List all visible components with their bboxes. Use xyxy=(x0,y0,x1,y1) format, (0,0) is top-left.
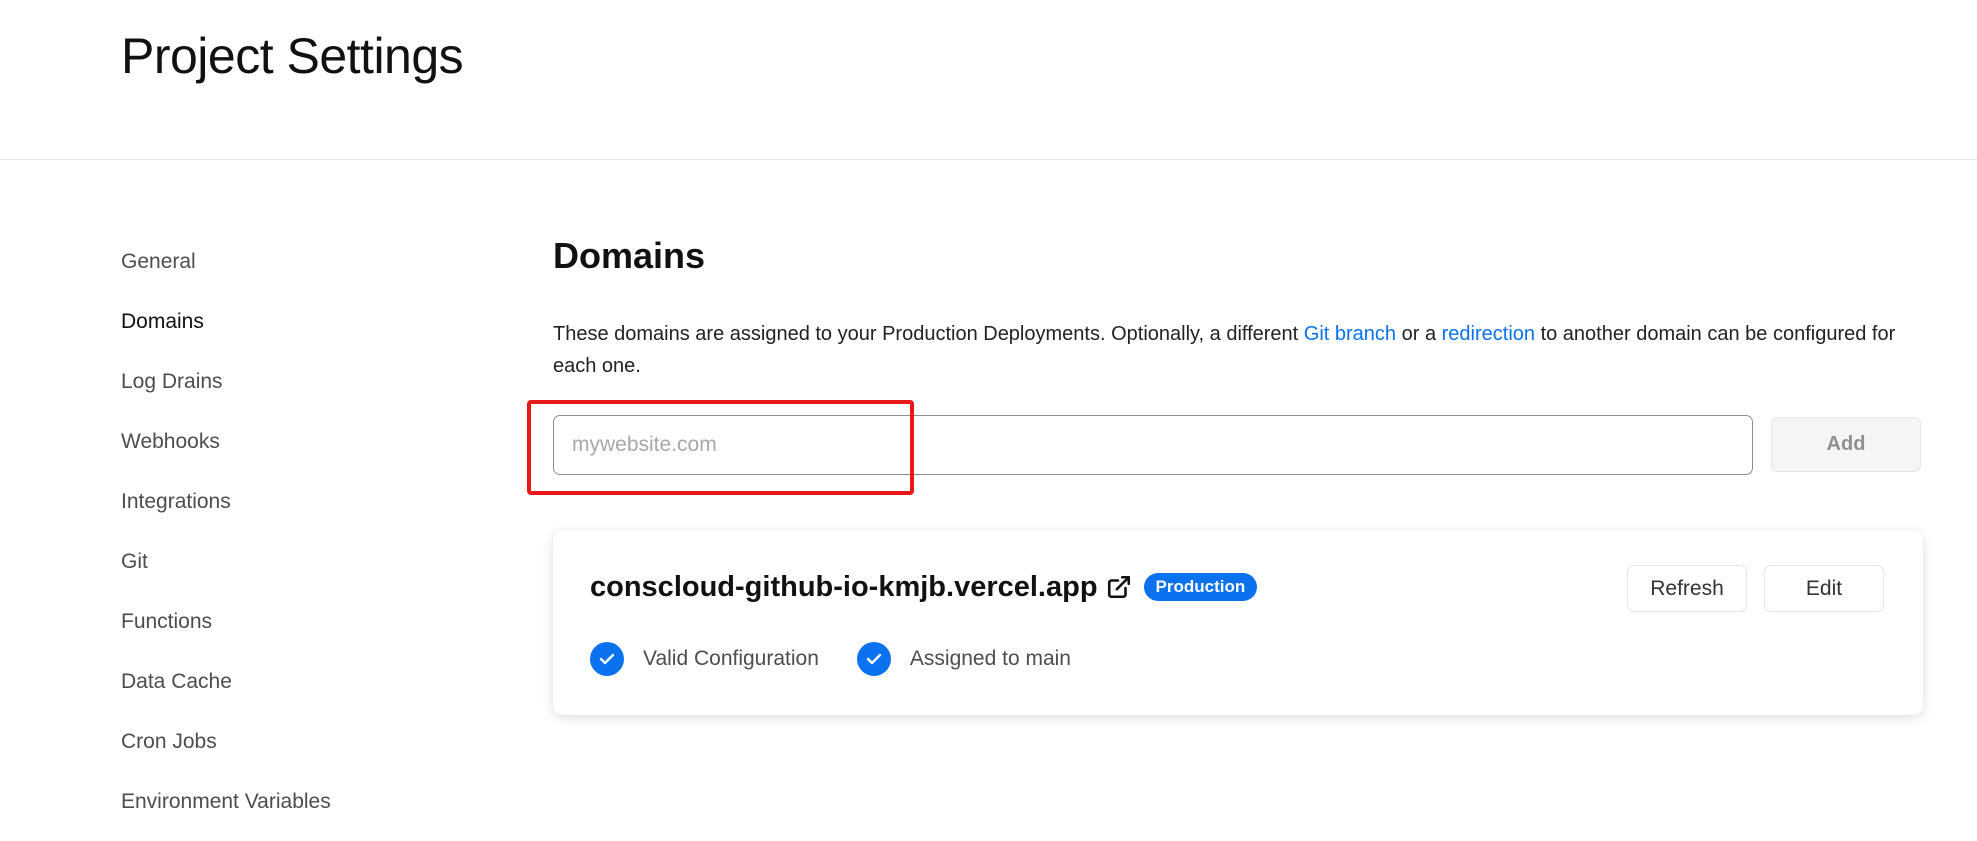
check-circle-icon xyxy=(856,642,891,676)
git-branch-link[interactable]: Git branch xyxy=(1304,323,1396,345)
domain-name-link[interactable]: conscloud-github-io-kmjb.vercel.app xyxy=(590,571,1098,604)
sidebar-item-integrations[interactable]: Integrations xyxy=(121,480,481,540)
sidebar-item-webhooks[interactable]: Webhooks xyxy=(121,420,481,480)
domain-card: conscloud-github-io-kmjb.vercel.app Prod… xyxy=(553,530,1923,715)
status-label: Assigned to main xyxy=(909,647,1071,670)
add-domain-row: Add xyxy=(553,415,1923,477)
domain-input[interactable] xyxy=(553,415,1753,475)
status-assigned-branch: Assigned to main xyxy=(856,642,1071,676)
refresh-button[interactable]: Refresh xyxy=(1627,565,1747,612)
status-valid-configuration: Valid Configuration xyxy=(590,642,819,676)
redirection-link[interactable]: redirection xyxy=(1442,323,1535,345)
domain-name-row: conscloud-github-io-kmjb.vercel.app Prod… xyxy=(590,567,1258,607)
add-domain-button[interactable]: Add xyxy=(1771,417,1921,472)
sidebar-item-log-drains[interactable]: Log Drains xyxy=(121,360,481,420)
sidebar-item-environment-variables[interactable]: Environment Variables xyxy=(121,780,481,840)
sidebar-item-general[interactable]: General xyxy=(121,240,481,300)
sidebar-item-data-cache[interactable]: Data Cache xyxy=(121,660,481,720)
sidebar-item-cron-jobs[interactable]: Cron Jobs xyxy=(121,720,481,780)
description-text-2: or a xyxy=(1396,323,1442,345)
domains-section: Domains These domains are assigned to yo… xyxy=(553,230,1923,715)
section-description: These domains are assigned to your Produ… xyxy=(553,318,1923,382)
sidebar-item-git[interactable]: Git xyxy=(121,540,481,600)
status-row: Valid Configuration Assigned to main xyxy=(590,642,1109,676)
status-label: Valid Configuration xyxy=(643,647,819,670)
production-badge: Production xyxy=(1143,573,1258,601)
section-title: Domains xyxy=(553,235,706,276)
sidebar-item-functions[interactable]: Functions xyxy=(121,600,481,660)
external-link-icon[interactable] xyxy=(1106,574,1132,600)
description-text-1: These domains are assigned to your Produ… xyxy=(553,323,1304,345)
page-title: Project Settings xyxy=(121,28,464,84)
sidebar-item-domains[interactable]: Domains xyxy=(121,300,481,360)
edit-button[interactable]: Edit xyxy=(1764,565,1884,612)
check-circle-icon xyxy=(590,642,624,676)
page-header: Project Settings xyxy=(0,0,1977,160)
settings-sidebar: General Domains Log Drains Webhooks Inte… xyxy=(121,240,481,840)
